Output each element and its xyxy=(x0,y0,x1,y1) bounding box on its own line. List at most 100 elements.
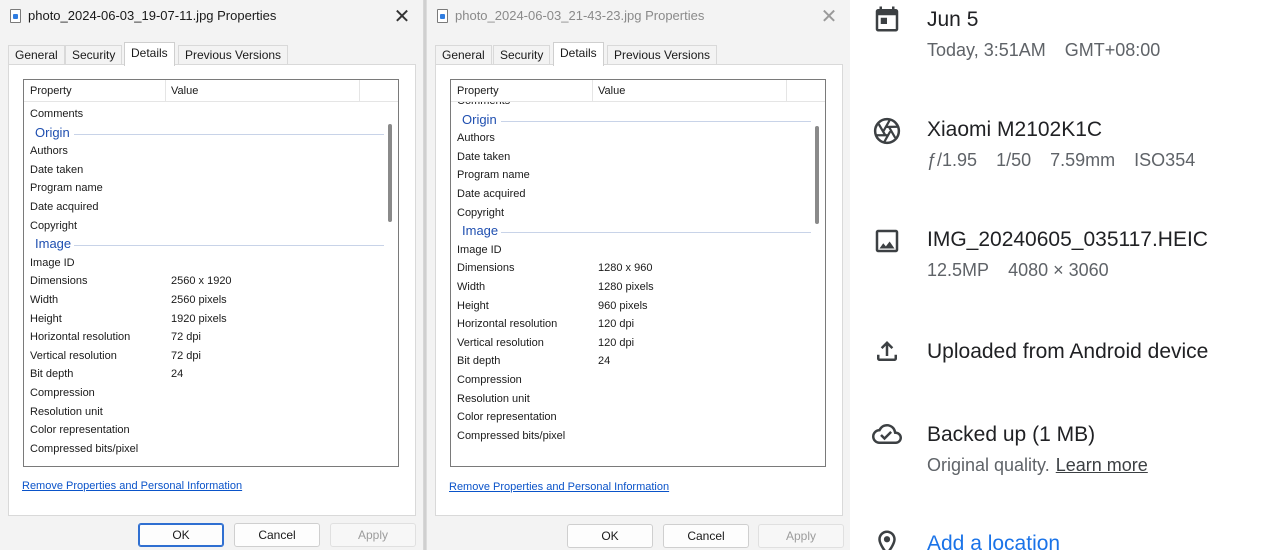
property-value: 24 xyxy=(171,368,184,381)
property-row[interactable]: Bit depth 24 xyxy=(451,352,811,371)
group-title: Origin xyxy=(35,124,74,140)
property-row[interactable]: Compressed bits/pixel xyxy=(451,427,811,446)
cancel-button[interactable]: Cancel xyxy=(234,523,320,547)
remove-properties-link[interactable]: Remove Properties and Personal Informati… xyxy=(22,480,242,492)
aperture-icon xyxy=(873,117,901,145)
property-row[interactable]: Horizontal resolution 120 dpi xyxy=(451,315,811,334)
property-row[interactable]: Date acquired xyxy=(24,198,384,217)
property-row[interactable]: Resolution unit xyxy=(24,403,384,422)
title-bar: photo_2024-06-03_21-43-23.jpg Properties… xyxy=(427,0,850,34)
add-location-link[interactable]: Add a location xyxy=(927,532,1060,550)
property-row[interactable]: Bit depth 24 xyxy=(24,365,384,384)
image-icon xyxy=(875,229,899,253)
property-row[interactable]: Vertical resolution 120 dpi xyxy=(451,334,811,353)
tab-previous-versions[interactable]: Previous Versions xyxy=(607,45,718,65)
property-row[interactable]: Image ID xyxy=(451,241,811,260)
exposure-details: ƒ/1.95 1/50 7.59mm ISO354 xyxy=(927,150,1209,171)
property-name: Vertical resolution xyxy=(457,336,544,349)
apply-button[interactable]: Apply xyxy=(758,524,844,548)
property-row[interactable]: Program name xyxy=(451,166,811,185)
property-row[interactable]: Copyright xyxy=(24,217,384,236)
property-name: Bit depth xyxy=(457,355,501,368)
property-row[interactable]: Image ID xyxy=(24,254,384,273)
property-row[interactable]: Vertical resolution 72 dpi xyxy=(24,347,384,366)
property-row[interactable]: Height 1920 pixels xyxy=(24,310,384,329)
image-file-icon xyxy=(437,9,448,23)
property-row[interactable]: Height 960 pixels xyxy=(451,297,811,316)
property-row[interactable]: Compression xyxy=(24,384,384,403)
property-name: Height xyxy=(30,312,62,325)
property-row[interactable]: Horizontal resolution 72 dpi xyxy=(24,328,384,347)
group-heading-origin: Origin xyxy=(24,124,384,143)
property-row[interactable]: Date taken xyxy=(451,148,811,167)
property-row[interactable]: Compressed bits/pixel xyxy=(24,440,384,459)
property-row[interactable]: Date acquired xyxy=(451,185,811,204)
property-value: 2560 x 1920 xyxy=(171,275,232,288)
property-row[interactable]: Color representation xyxy=(24,421,384,440)
tab-details[interactable]: Details xyxy=(124,42,175,66)
vertical-scrollbar[interactable] xyxy=(388,124,392,222)
property-row[interactable]: Dimensions 1280 x 960 xyxy=(451,259,811,278)
property-value: 72 dpi xyxy=(171,349,201,362)
property-row[interactable]: Authors xyxy=(24,142,384,161)
property-name: Authors xyxy=(30,145,68,158)
tab-general[interactable]: General xyxy=(8,45,65,65)
close-button[interactable]: ✕ xyxy=(818,4,840,28)
property-row[interactable]: Program name xyxy=(24,179,384,198)
timezone-text: GMT+08:00 xyxy=(1064,40,1161,60)
file-details: 12.5MP 4080 × 3060 xyxy=(927,260,1123,281)
window-title: photo_2024-06-03_21-43-23.jpg Properties xyxy=(455,8,705,23)
property-row[interactable]: Compression xyxy=(451,371,811,390)
property-value: 1280 x 960 xyxy=(598,262,653,275)
tab-general[interactable]: General xyxy=(435,45,492,65)
property-name: Comments xyxy=(30,108,84,120)
property-row[interactable]: Resolution unit xyxy=(451,390,811,409)
cancel-button[interactable]: Cancel xyxy=(663,524,749,548)
property-value: 2560 pixels xyxy=(171,293,227,306)
group-heading-image: Image xyxy=(24,235,384,254)
tab-security[interactable]: Security xyxy=(65,45,123,65)
group-divider xyxy=(501,232,811,234)
remove-properties-link[interactable]: Remove Properties and Personal Informati… xyxy=(449,481,669,493)
close-button[interactable]: ✕ xyxy=(391,4,413,28)
property-value: 24 xyxy=(598,355,611,368)
property-name: Horizontal resolution xyxy=(457,318,558,331)
shutter-value: 1/50 xyxy=(996,150,1032,170)
property-row[interactable]: Width 2560 pixels xyxy=(24,291,384,310)
property-row[interactable]: Width 1280 pixels xyxy=(451,278,811,297)
property-row[interactable]: Authors xyxy=(451,129,811,148)
tab-previous-versions[interactable]: Previous Versions xyxy=(178,45,289,65)
property-row[interactable]: Date taken xyxy=(24,161,384,180)
property-name: Date acquired xyxy=(30,200,99,213)
apply-button[interactable]: Apply xyxy=(330,523,416,547)
ok-button[interactable]: OK xyxy=(567,524,653,548)
property-row[interactable]: Comments xyxy=(24,105,384,124)
tab-security[interactable]: Security xyxy=(493,45,551,65)
learn-more-link[interactable]: Learn more xyxy=(1056,455,1148,475)
column-header-value[interactable]: Value xyxy=(598,85,625,97)
property-name: Color representation xyxy=(30,424,130,437)
property-value: 960 pixels xyxy=(598,299,648,312)
column-header-value[interactable]: Value xyxy=(171,85,198,97)
property-value: 120 dpi xyxy=(598,336,635,349)
column-header-property[interactable]: Property xyxy=(30,85,72,97)
property-name: Vertical resolution xyxy=(30,349,117,362)
property-row[interactable]: Copyright xyxy=(451,204,811,223)
property-row[interactable]: Dimensions 2560 x 1920 xyxy=(24,272,384,291)
upload-source: Uploaded from Android device xyxy=(927,340,1209,363)
backup-status: Backed up (1 MB) xyxy=(927,423,1096,446)
image-file-icon xyxy=(10,9,21,23)
property-list[interactable]: Property Value Comments Origin Authors Date… xyxy=(23,79,399,467)
ok-button[interactable]: OK xyxy=(138,523,224,547)
column-header-property[interactable]: Property xyxy=(457,85,499,97)
property-row[interactable]: Color representation xyxy=(451,408,811,427)
vertical-scrollbar[interactable] xyxy=(815,126,819,224)
property-name: Program name xyxy=(457,169,530,182)
tab-details[interactable]: Details xyxy=(553,42,604,66)
property-list[interactable]: Property Value CommentsOriginAuthorsDate… xyxy=(450,79,826,467)
property-rows: Comments Origin Authors Date taken Program n… xyxy=(24,105,384,458)
date-title: Jun 5 xyxy=(927,8,979,31)
megapixels-value: 12.5MP xyxy=(927,260,990,280)
group-title: Image xyxy=(35,236,76,252)
property-value: 120 dpi xyxy=(598,318,635,331)
